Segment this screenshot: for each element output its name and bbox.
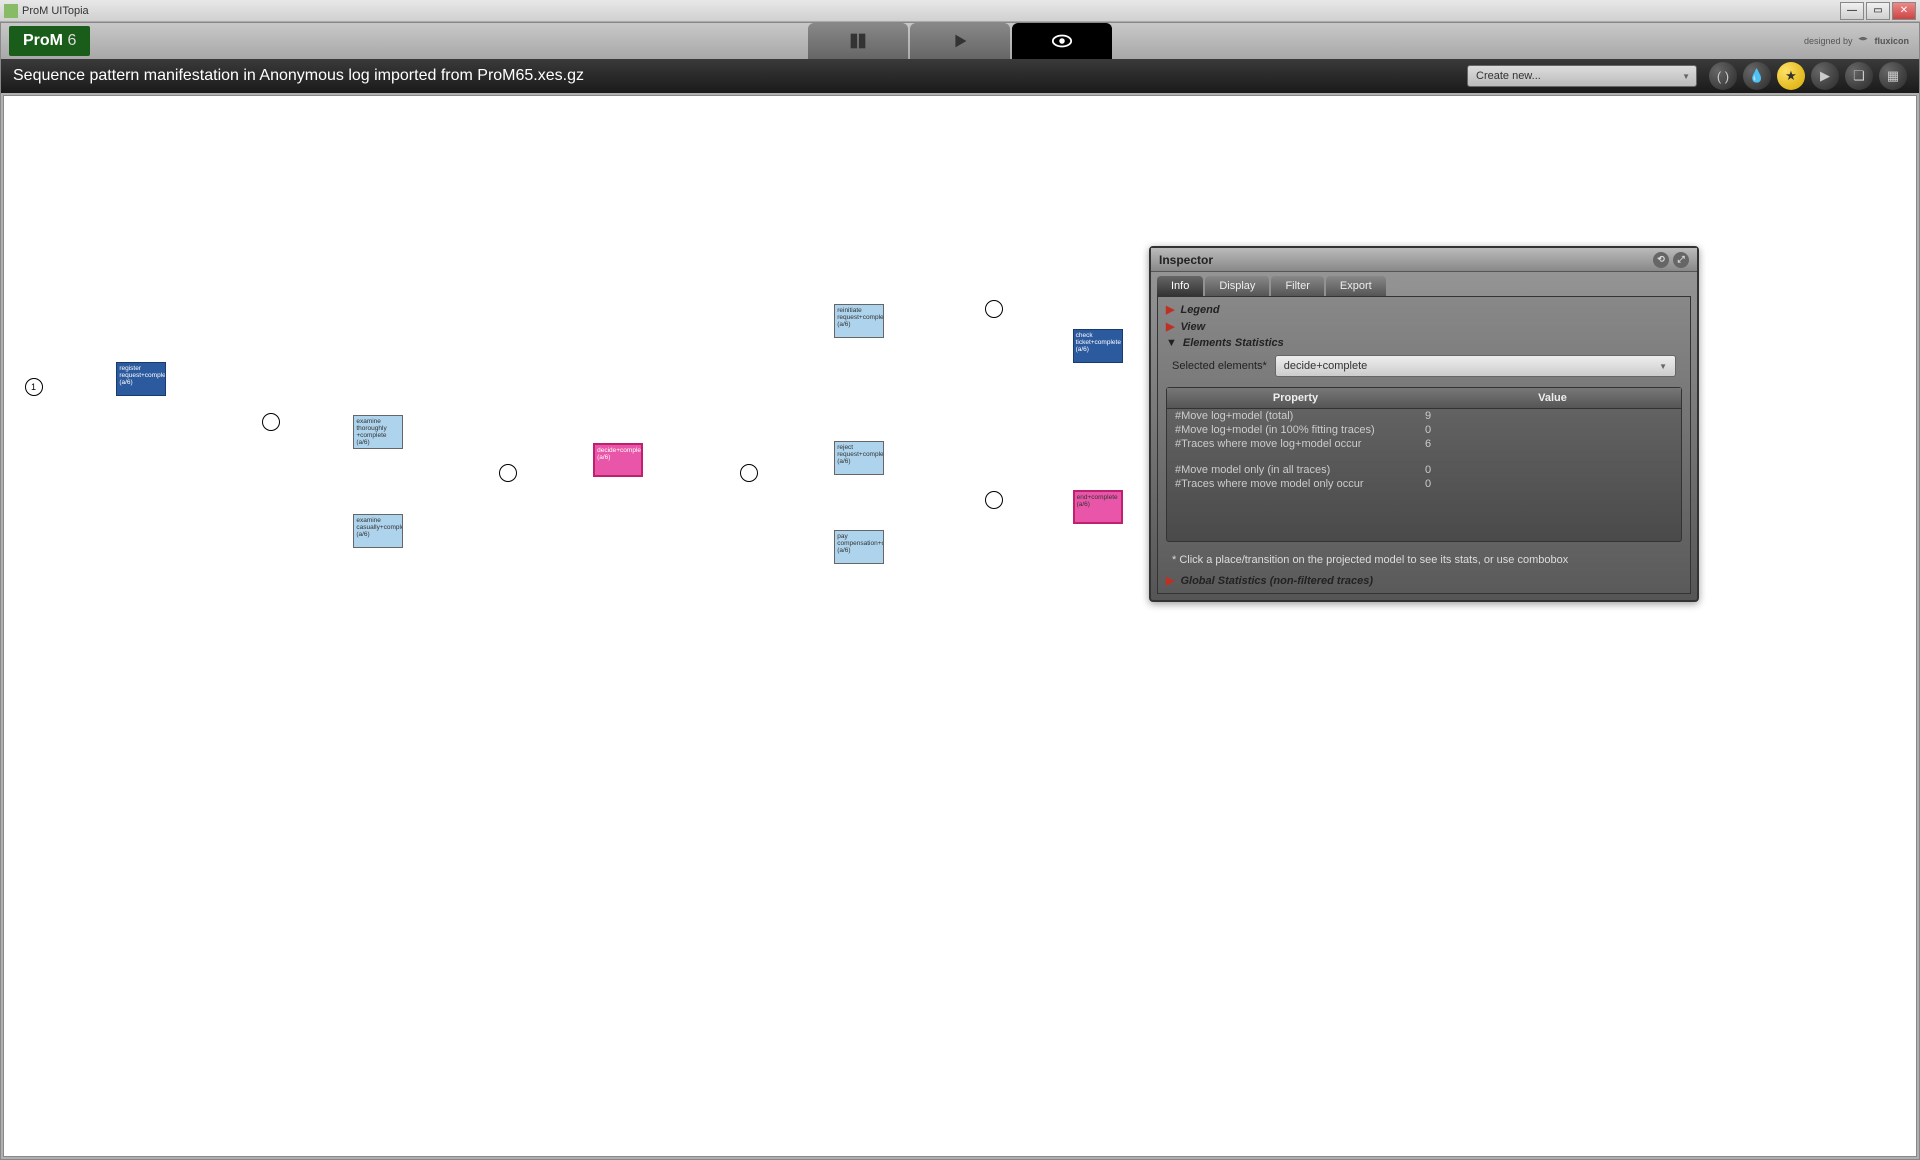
stats-th-value: Value bbox=[1424, 388, 1681, 408]
selected-elements-value: decide+complete bbox=[1284, 360, 1367, 372]
brand-label: fluxicon bbox=[1874, 36, 1909, 46]
petri-place[interactable] bbox=[262, 413, 280, 431]
maximize-button[interactable]: ▭ bbox=[1866, 2, 1890, 20]
petri-transition[interactable]: reinitiate request+complete (a/6) bbox=[834, 304, 884, 338]
inspector-panel[interactable]: Inspector ⟲ ⤢ InfoDisplayFilterExport ▶ … bbox=[1149, 246, 1699, 602]
petri-place[interactable] bbox=[985, 300, 1003, 318]
inspector-title: Inspector bbox=[1159, 253, 1653, 267]
grid-icon[interactable]: ▦ bbox=[1879, 62, 1907, 90]
star-icon[interactable]: ★ bbox=[1777, 62, 1805, 90]
top-toolbar: ProM 6 designed by fluxicon bbox=[1, 23, 1919, 59]
window-titlebar: ProM UITopia — ▭ ✕ bbox=[0, 0, 1920, 22]
project-title: Sequence pattern manifestation in Anonym… bbox=[13, 67, 1467, 85]
stats-row: #Traces where move model only occur0 bbox=[1167, 477, 1681, 491]
parentheses-icon[interactable]: ( ) bbox=[1709, 62, 1737, 90]
petri-transition[interactable]: register request+complete (a/6) bbox=[116, 362, 166, 396]
section-elements-statistics[interactable]: ▼ Elements Statistics bbox=[1162, 335, 1686, 351]
petri-transition[interactable]: pay compensation+complete (a/6) bbox=[834, 530, 884, 564]
petri-transition[interactable]: reject request+complete (a/6) bbox=[834, 441, 884, 475]
eye-icon bbox=[1051, 30, 1073, 52]
fluxicon-icon bbox=[1856, 34, 1870, 48]
section-legend[interactable]: ▶ Legend bbox=[1162, 301, 1686, 318]
stats-cell-value: 6 bbox=[1417, 438, 1681, 450]
stats-cell-property: #Move log+model (total) bbox=[1167, 410, 1417, 422]
section-global-stats-label: Global Statistics (non-filtered traces) bbox=[1180, 575, 1373, 587]
inspector-hint: * Click a place/transition on the projec… bbox=[1162, 548, 1686, 572]
collapsed-arrow-icon: ▶ bbox=[1166, 574, 1174, 587]
stats-cell-property: #Move log+model (in 100% fitting traces) bbox=[1167, 424, 1417, 436]
stats-row: #Move log+model (total)9 bbox=[1167, 409, 1681, 423]
stats-row: #Move log+model (in 100% fitting traces)… bbox=[1167, 423, 1681, 437]
petri-transition[interactable]: decide+complete (a/6) bbox=[593, 443, 643, 477]
action-icons: ( ) 💧 ★ ▶ ❏ ▦ bbox=[1709, 62, 1907, 90]
canvas-area[interactable]: 1 register request+complete (a/6) examine … bbox=[3, 95, 1917, 1157]
petri-transition[interactable]: check ticket+complete (a/6) bbox=[1073, 329, 1123, 363]
section-view[interactable]: ▶ View bbox=[1162, 318, 1686, 335]
play-icon bbox=[949, 30, 971, 52]
inspector-refresh-icon[interactable]: ⟲ bbox=[1653, 252, 1669, 268]
stats-table-header: Property Value bbox=[1167, 388, 1681, 409]
stats-row: #Traces where move log+model occur6 bbox=[1167, 437, 1681, 451]
section-legend-label: Legend bbox=[1180, 304, 1219, 316]
stats-table: Property Value #Move log+model (total)9#… bbox=[1166, 387, 1682, 542]
petri-transition[interactable]: examine casually+complete (a/6) bbox=[353, 514, 403, 548]
collapsed-arrow-icon: ▶ bbox=[1166, 303, 1174, 316]
minimize-button[interactable]: — bbox=[1840, 2, 1864, 20]
window-title: ProM UITopia bbox=[22, 5, 1840, 17]
logo-text: ProM bbox=[23, 32, 63, 49]
selected-elements-row: Selected elements* decide+complete bbox=[1162, 351, 1686, 381]
section-global-statistics[interactable]: ▶ Global Statistics (non-filtered traces… bbox=[1162, 572, 1686, 589]
selected-elements-label: Selected elements* bbox=[1172, 360, 1267, 372]
stats-cell-property: #Move model only (in all traces) bbox=[1167, 464, 1417, 476]
app-container: ProM 6 designed by fluxicon Sequence pat… bbox=[0, 22, 1920, 1160]
stats-cell-value: 0 bbox=[1417, 464, 1681, 476]
inspector-expand-icon[interactable]: ⤢ bbox=[1673, 252, 1689, 268]
stats-cell-value: 0 bbox=[1417, 424, 1681, 436]
petri-place[interactable] bbox=[740, 464, 758, 482]
create-new-dropdown[interactable]: Create new... bbox=[1467, 65, 1697, 87]
petri-place[interactable] bbox=[499, 464, 517, 482]
stats-cell-value: 9 bbox=[1417, 410, 1681, 422]
inspector-tabs: InfoDisplayFilterExport bbox=[1151, 272, 1697, 296]
create-new-label: Create new... bbox=[1476, 70, 1541, 82]
stack-icon[interactable]: ❏ bbox=[1845, 62, 1873, 90]
inspector-header[interactable]: Inspector ⟲ ⤢ bbox=[1151, 248, 1697, 272]
drop-icon[interactable]: 💧 bbox=[1743, 62, 1771, 90]
petri-place[interactable] bbox=[985, 491, 1003, 509]
designed-by-label: designed by bbox=[1804, 36, 1853, 46]
center-tabs bbox=[807, 23, 1113, 59]
tab-workspace[interactable] bbox=[808, 23, 908, 59]
second-bar: Sequence pattern manifestation in Anonym… bbox=[1, 59, 1919, 93]
inspector-body: ▶ Legend ▶ View ▼ Elements Statistics Se… bbox=[1157, 296, 1691, 594]
logo-version: 6 bbox=[67, 32, 76, 49]
app-icon bbox=[4, 4, 18, 18]
inspector-tab-display[interactable]: Display bbox=[1205, 276, 1269, 296]
section-elements-stats-label: Elements Statistics bbox=[1183, 337, 1284, 349]
petri-transition[interactable]: end+complete (a/6) bbox=[1073, 490, 1123, 524]
collapsed-arrow-icon: ▶ bbox=[1166, 320, 1174, 333]
petri-transition[interactable]: examine thoroughly +complete (a/6) bbox=[353, 415, 403, 449]
workspace-icon bbox=[847, 30, 869, 52]
stats-row: #Move model only (in all traces)0 bbox=[1167, 463, 1681, 477]
stats-cell-property: #Traces where move model only occur bbox=[1167, 478, 1417, 490]
stats-th-property: Property bbox=[1167, 388, 1424, 408]
inspector-tab-filter[interactable]: Filter bbox=[1271, 276, 1323, 296]
stats-cell-property: #Traces where move log+model occur bbox=[1167, 438, 1417, 450]
stats-table-body: #Move log+model (total)9#Move log+model … bbox=[1167, 409, 1681, 491]
window-controls: — ▭ ✕ bbox=[1840, 2, 1916, 20]
tab-views[interactable] bbox=[1012, 23, 1112, 59]
inspector-tab-export[interactable]: Export bbox=[1326, 276, 1386, 296]
close-button[interactable]: ✕ bbox=[1892, 2, 1916, 20]
stats-table-spacer bbox=[1167, 491, 1681, 541]
selected-elements-dropdown[interactable]: decide+complete bbox=[1275, 355, 1676, 377]
section-view-label: View bbox=[1180, 321, 1205, 333]
logo: ProM 6 bbox=[9, 26, 90, 56]
petri-place[interactable]: 1 bbox=[25, 378, 43, 396]
stats-cell-value: 0 bbox=[1417, 478, 1681, 490]
inspector-tab-info[interactable]: Info bbox=[1157, 276, 1203, 296]
designed-by: designed by fluxicon bbox=[1804, 34, 1909, 48]
play-action-icon[interactable]: ▶ bbox=[1811, 62, 1839, 90]
tab-actions[interactable] bbox=[910, 23, 1010, 59]
expanded-arrow-icon: ▼ bbox=[1166, 337, 1177, 349]
